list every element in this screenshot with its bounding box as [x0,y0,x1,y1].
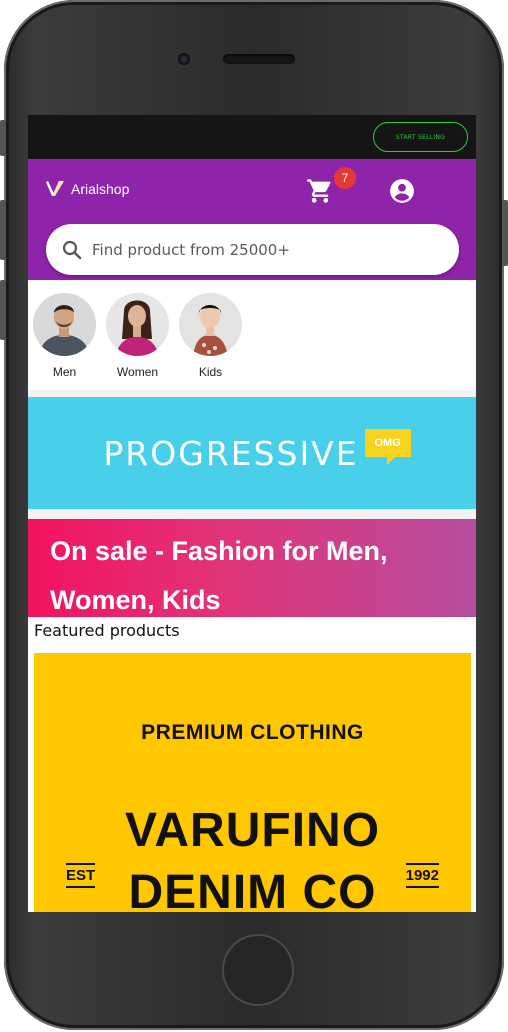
sale-banner[interactable]: On sale - Fashion for Men, Women, Kids [28,519,476,617]
banner-text: PROGRESSIVE [103,433,359,473]
promo-banner[interactable]: PROGRESSIVE OMG [28,397,476,509]
women-avatar [106,293,169,356]
banner-tag: OMG [364,429,411,465]
category-list: Men Women Kids [28,280,476,390]
power-button [502,200,508,266]
search-icon [62,240,82,259]
logo-text: Arialshop [71,181,130,197]
search-bar[interactable] [46,224,459,275]
top-bar: START SELLING [28,115,476,159]
product-est-label: EST [66,863,96,888]
cart-count-badge: 7 [334,167,356,189]
category-label: Women [116,365,159,379]
start-selling-button[interactable]: START SELLING [373,122,468,152]
category-label: Kids [198,365,223,379]
app-screen: START SELLING Arialshop 7 Find product f… [28,115,476,912]
volume-up-button [0,200,6,260]
product-year-label: 1992 [405,863,439,888]
category-kids[interactable]: Kids [179,293,242,390]
product-premium-label: PREMIUM CLOTHING [141,721,364,744]
product-card[interactable]: PREMIUM CLOTHING VARUFINO DENIM CO EST 1… [34,653,471,912]
logo[interactable]: Arialshop [44,179,129,199]
heart-logo-icon [46,181,64,196]
mute-switch [0,120,6,156]
divider [28,509,476,519]
home-button[interactable] [222,934,294,1006]
cart-icon[interactable] [306,177,334,205]
featured-products-heading: Featured products [34,621,180,640]
product-brand-line-1: VARUFINO [124,804,381,857]
app-header: Arialshop 7 [28,159,476,280]
sale-line-1: On sale - Fashion for Men, [50,536,388,566]
volume-down-button [0,280,6,340]
category-label: Men [52,365,77,379]
front-camera [178,53,190,65]
men-avatar [33,293,96,356]
kids-avatar [179,293,242,356]
account-icon[interactable] [389,178,415,204]
category-men[interactable]: Men [33,293,96,390]
divider [28,390,476,397]
earpiece-speaker [223,54,295,64]
search-input[interactable] [92,240,422,259]
category-women[interactable]: Women [106,293,169,390]
